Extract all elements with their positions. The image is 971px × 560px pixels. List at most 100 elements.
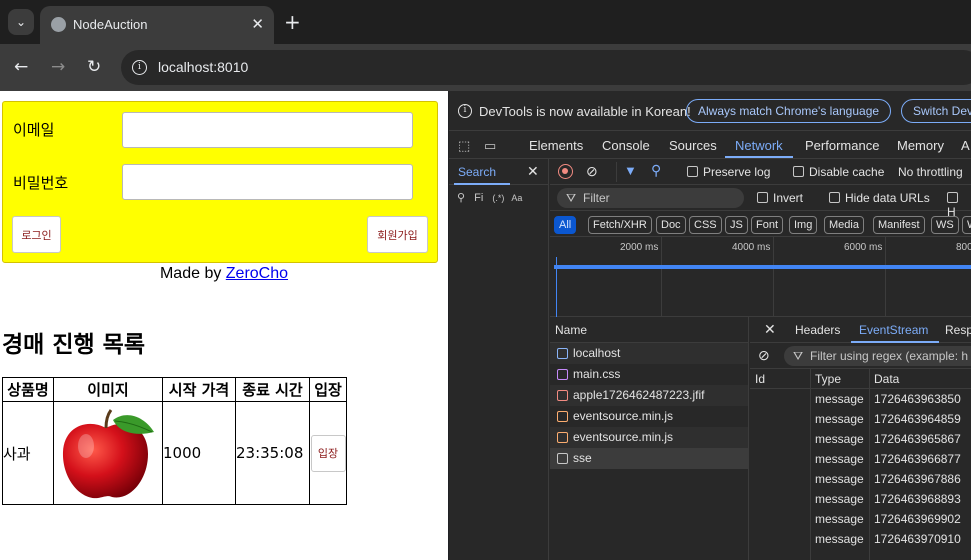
column-id[interactable]: Id — [755, 372, 765, 386]
case-toggle[interactable]: Aa — [511, 193, 522, 203]
tab-sources[interactable]: Sources — [669, 138, 717, 153]
request-row[interactable]: localhost — [550, 343, 748, 364]
event-row[interactable]: message 1726463965867 — [750, 429, 971, 449]
type-filter-media[interactable]: Media — [824, 216, 864, 234]
address-bar[interactable]: i localhost:8010 — [121, 50, 971, 85]
search-input[interactable]: Fi — [474, 192, 483, 204]
timeline-gridline — [773, 237, 774, 317]
close-tab-icon[interactable]: ✕ — [251, 15, 264, 33]
regex-toggle[interactable]: (.*) — [492, 193, 504, 203]
tab-console[interactable]: Console — [602, 138, 650, 153]
type-filter-wasm[interactable]: W — [962, 216, 971, 234]
type-filter-css[interactable]: CSS — [689, 216, 722, 234]
type-filter-js[interactable]: JS — [725, 216, 748, 234]
new-tab-button[interactable]: + — [284, 12, 301, 32]
type-filter-img[interactable]: Img — [789, 216, 818, 234]
network-panel: ⊘ ▼ ⚲ Preserve log Disable cache No thro… — [550, 159, 971, 560]
event-row[interactable]: message 1726463964859 — [750, 409, 971, 429]
throttling-select[interactable]: No throttling — [898, 165, 963, 179]
event-type: message — [815, 512, 864, 526]
event-row[interactable]: message 1726463970910 — [750, 529, 971, 549]
type-filter-doc[interactable]: Doc — [656, 216, 686, 234]
device-toolbar-icon[interactable]: ▭ — [484, 138, 496, 154]
event-row[interactable]: message 1726463967886 — [750, 469, 971, 489]
event-data: 1726463965867 — [874, 432, 961, 446]
regex-filter-input[interactable]: ⛛ Filter using regex (example: h — [784, 346, 971, 366]
column-type[interactable]: Type — [815, 372, 841, 386]
close-detail-icon[interactable]: ✕ — [764, 321, 776, 338]
search-input-row[interactable]: ⚲ Fi (.*) Aa — [457, 191, 522, 204]
record-icon[interactable] — [558, 164, 573, 179]
tab-response[interactable]: Resp — [945, 323, 971, 337]
forward-icon[interactable]: → — [51, 57, 65, 77]
tab-search-button[interactable]: ⌄ — [8, 9, 34, 35]
switch-devtools-button[interactable]: Switch Dev — [901, 99, 971, 123]
close-drawer-icon[interactable]: ✕ — [527, 163, 539, 180]
request-row[interactable]: main.css — [550, 364, 748, 385]
email-field[interactable] — [122, 112, 413, 148]
filter-input[interactable]: ⛛ Filter — [557, 188, 744, 208]
tab-elements[interactable]: Elements — [529, 138, 583, 153]
request-row[interactable]: apple1726462487223.jfif — [550, 385, 748, 406]
active-tab-indicator — [725, 156, 793, 158]
event-row[interactable]: message 1726463969902 — [750, 509, 971, 529]
request-name: eventsource.min.js — [573, 430, 674, 444]
tab-eventstream[interactable]: EventStream — [850, 323, 940, 343]
timeline-overview[interactable]: 2000 ms 4000 ms 6000 ms 800 — [550, 237, 971, 317]
inspect-icon[interactable]: ⬚ — [458, 138, 470, 154]
match-language-button[interactable]: Always match Chrome's language — [686, 99, 892, 123]
join-button[interactable]: 회원가입 — [367, 216, 428, 253]
reload-icon[interactable]: ↻ — [87, 57, 101, 77]
request-row[interactable]: sse — [550, 448, 748, 469]
clear-events-icon[interactable]: ⊘ — [758, 347, 770, 364]
login-button[interactable]: 로그인 — [12, 216, 61, 253]
clear-icon[interactable]: ⊘ — [586, 163, 598, 180]
request-name: main.css — [573, 367, 621, 381]
event-row[interactable]: message 1726463968893 — [750, 489, 971, 509]
language-banner: i DevTools is now available in Korean! A… — [449, 91, 971, 131]
request-name: apple1726462487223.jfif — [573, 388, 705, 402]
tab-more[interactable]: A — [961, 138, 970, 153]
type-filter-font[interactable]: Font — [751, 216, 784, 234]
type-filter-manifest[interactable]: Manifest — [873, 216, 925, 234]
event-row[interactable]: message 1726463963850 — [750, 389, 971, 409]
request-name: localhost — [573, 346, 621, 360]
search-icon[interactable]: ⚲ — [651, 162, 661, 179]
zerocho-link[interactable]: ZeroCho — [226, 265, 288, 282]
request-row[interactable]: eventsource.min.js — [550, 427, 748, 448]
browser-tab[interactable]: NodeAuction ✕ — [40, 6, 274, 44]
goods-name: 사과 — [2, 401, 54, 505]
event-data: 1726463963850 — [874, 392, 961, 406]
search-drawer: Search ✕ ⚲ Fi (.*) Aa — [449, 159, 549, 560]
back-icon[interactable]: ← — [14, 57, 28, 77]
goods-image-cell — [53, 401, 163, 505]
password-field[interactable] — [122, 164, 413, 200]
tab-network[interactable]: Network — [735, 138, 783, 153]
preserve-log-checkbox[interactable]: Preserve log — [687, 165, 770, 179]
hide-data-urls-checkbox[interactable]: Hide data URLs — [829, 191, 930, 205]
disable-cache-checkbox[interactable]: Disable cache — [793, 165, 884, 179]
tab-memory[interactable]: Memory — [897, 138, 944, 153]
type-filter-ws[interactable]: WS — [931, 216, 959, 234]
load-marker — [556, 257, 557, 317]
event-row[interactable]: message 1726463966877 — [750, 449, 971, 469]
column-header: 시작 가격 — [162, 377, 236, 402]
invert-checkbox[interactable]: Invert — [757, 191, 803, 205]
filter-icon[interactable]: ▼ — [624, 163, 637, 178]
tab-headers[interactable]: Headers — [795, 323, 840, 337]
web-page: 이메일 비밀번호 로그인 회원가입 Made by ZeroCho 경매 진행 … — [0, 91, 448, 560]
search-tab[interactable]: Search — [453, 165, 511, 185]
request-list: Name localhost main.css apple1726462487223… — [550, 317, 749, 560]
type-filter-fetch[interactable]: Fetch/XHR — [588, 216, 652, 234]
site-info-icon[interactable]: i — [132, 60, 147, 75]
tab-strip: ⌄ NodeAuction ✕ + — [0, 0, 971, 44]
enter-button[interactable]: 입장 — [310, 434, 346, 472]
tab-performance[interactable]: Performance — [805, 138, 879, 153]
name-column-header[interactable]: Name — [550, 317, 748, 343]
event-data: 1726463968893 — [874, 492, 961, 506]
type-filter-all[interactable]: All — [554, 216, 577, 234]
column-header: 종료 시간 — [235, 377, 310, 402]
column-data[interactable]: Data — [874, 372, 899, 386]
divider — [810, 369, 811, 389]
request-row[interactable]: eventsource.min.js — [550, 406, 748, 427]
